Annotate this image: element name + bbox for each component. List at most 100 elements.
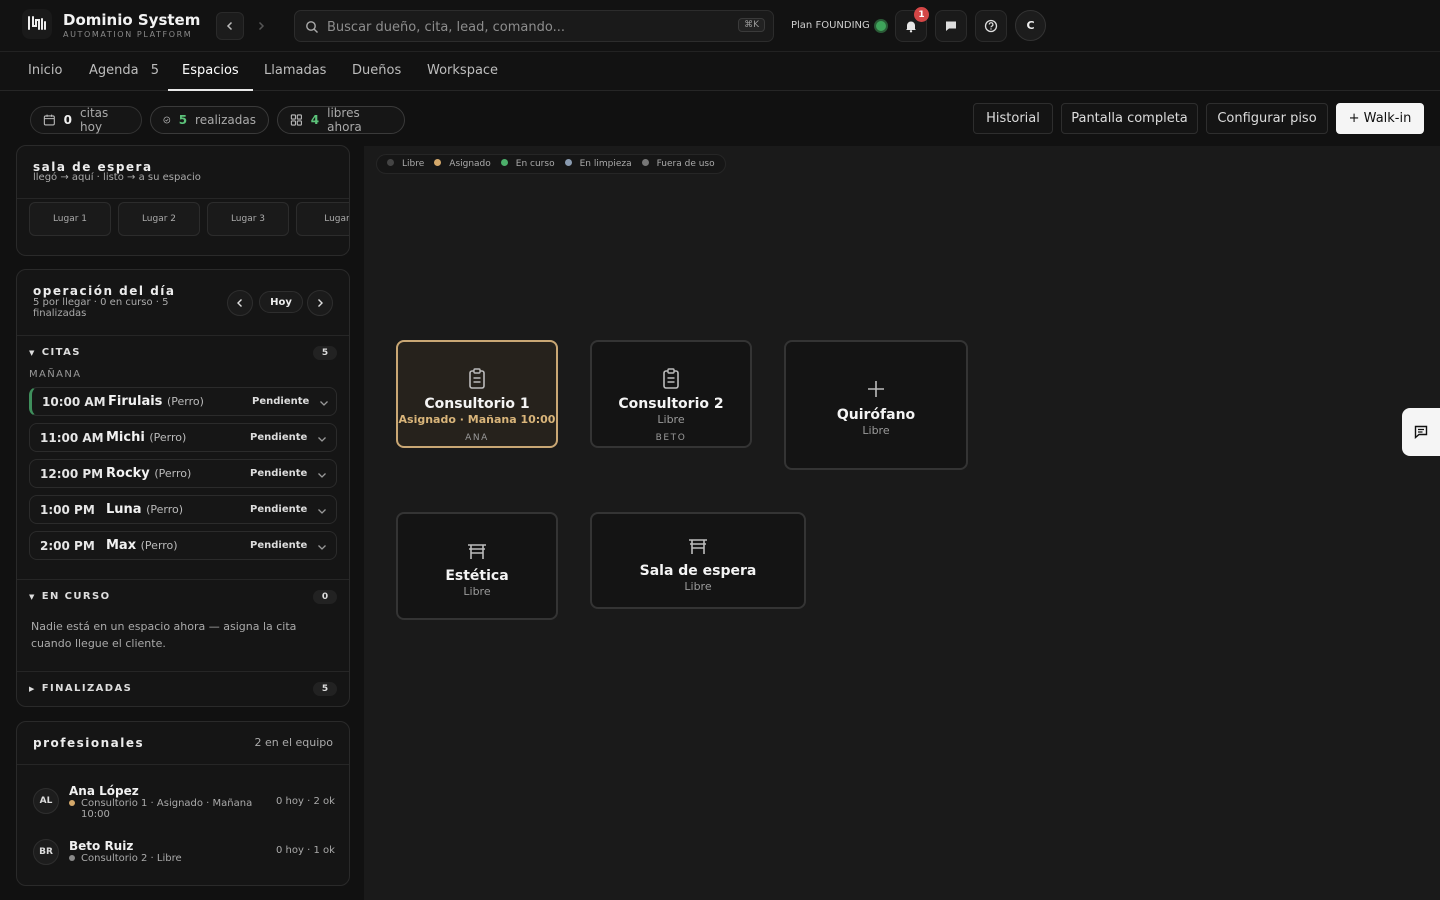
appointment-row[interactable]: 11:00 AM Michi (Perro) Pendiente: [29, 423, 337, 452]
pet-species: (Perro): [154, 467, 192, 480]
chevron-down-icon[interactable]: [316, 538, 328, 557]
chat-icon: [946, 21, 956, 31]
citas-count: 5: [313, 346, 337, 360]
libres-pill[interactable]: 4 libres ahora: [277, 106, 405, 134]
professional-detail: Consultorio 1 · Asignado · Mañana 10:00: [69, 798, 252, 820]
status-dot: [69, 800, 75, 806]
bench-icon: [592, 538, 804, 556]
professional-stats: 0 hoy · 2 ok: [276, 796, 335, 807]
room-name: Consultorio 1: [424, 396, 530, 412]
divider: [17, 764, 349, 765]
legend-dot: [564, 159, 572, 166]
room-staff: BETO: [655, 433, 687, 443]
tab-inicio[interactable]: Inicio: [28, 52, 62, 91]
walk-in-button[interactable]: + Walk-in: [1336, 103, 1424, 134]
logo-icon[interactable]: [22, 9, 52, 39]
status-legend: Libre Asignado En curso En limpieza Fuer…: [376, 154, 726, 174]
room-sala-de-espera[interactable]: Sala de espera Libre: [590, 512, 806, 609]
waiting-slot-1[interactable]: Lugar 1: [29, 202, 111, 236]
professional-detail: Consultorio 2 · Libre: [69, 853, 182, 864]
chevron-down-icon[interactable]: [318, 394, 330, 413]
en-curso-section-toggle[interactable]: ▼ EN CURSO: [29, 591, 111, 602]
caret-down-icon: ▼: [29, 349, 36, 357]
divider: [17, 335, 349, 336]
appointment-pet: Max (Perro): [106, 538, 178, 553]
legend-item: Libre: [387, 159, 424, 169]
search-bar[interactable]: ⌘K: [294, 10, 774, 42]
legend-label: En curso: [515, 159, 555, 169]
citas-hoy-label: citas hoy: [80, 106, 109, 134]
room-name: Sala de espera: [639, 563, 757, 579]
notification-badge: 1: [914, 7, 929, 22]
legend-item: Fuera de uso: [641, 159, 715, 169]
waiting-slot-3[interactable]: Lugar 3: [207, 202, 289, 236]
tab-workspace[interactable]: Workspace: [427, 52, 498, 91]
forward-button[interactable]: [247, 12, 275, 40]
citas-section-toggle[interactable]: ▼ CITAS: [29, 347, 81, 358]
next-day-button[interactable]: [307, 290, 333, 316]
finalizadas-section-toggle[interactable]: ▶ FINALIZADAS: [29, 683, 132, 694]
user-avatar[interactable]: C: [1015, 10, 1046, 41]
waiting-slot-2[interactable]: Lugar 2: [118, 202, 200, 236]
chevron-down-icon[interactable]: [316, 502, 328, 521]
waiting-room-panel: sala de espera llegó → aquí · listo → a …: [16, 145, 350, 256]
appointment-row[interactable]: 12:00 PM Rocky (Perro) Pendiente: [29, 459, 337, 488]
room-status: Libre: [684, 580, 712, 593]
back-button[interactable]: [216, 12, 244, 40]
legend-label: En limpieza: [579, 159, 632, 169]
pet-name: Max: [106, 538, 137, 553]
plan-label: Plan FOUNDING: [791, 20, 870, 31]
legend-label: Fuera de uso: [656, 159, 715, 169]
finalizadas-label: FINALIZADAS: [41, 683, 133, 694]
room-consultorio-2[interactable]: Consultorio 2 Libre BETO: [590, 340, 752, 448]
messages-button[interactable]: [935, 10, 967, 42]
daily-operation-summary: 5 por llegar · 0 en curso · 5: [33, 297, 169, 308]
notes-side-button[interactable]: [1402, 408, 1440, 456]
chevron-down-icon[interactable]: [316, 466, 328, 485]
bench-icon: [398, 543, 556, 561]
citas-hoy-value: 0: [63, 113, 73, 127]
en-curso-count: 0: [313, 590, 337, 604]
help-icon: [984, 19, 998, 33]
search-input[interactable]: [327, 17, 727, 37]
citas-hoy-pill[interactable]: 0 citas hoy: [30, 106, 142, 134]
pet-species: (Perro): [146, 503, 184, 516]
pet-name: Rocky: [106, 466, 150, 481]
fullscreen-button[interactable]: Pantalla completa: [1061, 103, 1198, 134]
appointment-row[interactable]: 2:00 PM Max (Perro) Pendiente: [29, 531, 337, 560]
room-consultorio-1[interactable]: Consultorio 1 Asignado · Mañana 10:00 AN…: [396, 340, 558, 448]
tab-agenda-label: Agenda: [89, 63, 139, 78]
chevron-down-icon[interactable]: [316, 430, 328, 449]
professional-row[interactable]: BR Beto Ruiz Consultorio 2 · Libre 0 hoy…: [29, 839, 339, 869]
prev-day-button[interactable]: [227, 290, 253, 316]
tab-espacios[interactable]: Espacios: [168, 52, 253, 91]
waiting-slot-4[interactable]: Lugar: [296, 202, 349, 236]
room-status: Libre: [862, 424, 890, 437]
room-quirofano[interactable]: Quirófano Libre: [784, 340, 968, 470]
plus-icon: [786, 380, 966, 398]
search-icon: [305, 19, 319, 38]
waiting-room-subtitle: llegó → aquí · listo → a su espacio: [33, 172, 201, 183]
appointment-row[interactable]: 1:00 PM Luna (Perro) Pendiente: [29, 495, 337, 524]
room-estetica[interactable]: Estética Libre: [396, 512, 558, 620]
calendar-icon: [43, 114, 55, 126]
professional-row[interactable]: AL Ana López Consultorio 1 · Asignado · …: [29, 784, 339, 824]
appointment-pet: Rocky (Perro): [106, 466, 191, 481]
today-button[interactable]: Hoy: [259, 291, 303, 313]
room-status: Libre: [463, 585, 491, 598]
daily-operation-summary-2: finalizadas: [33, 308, 87, 319]
appointment-row[interactable]: 10:00 AM Firulais (Perro) Pendiente: [29, 387, 337, 416]
help-button[interactable]: [975, 10, 1007, 42]
configure-floor-button[interactable]: Configurar piso: [1206, 103, 1328, 134]
plan-status-dot: [874, 19, 888, 33]
tab-duenos[interactable]: Dueños: [352, 52, 401, 91]
legend-item: En limpieza: [564, 159, 632, 169]
realizadas-pill[interactable]: 5 realizadas: [150, 106, 269, 134]
historial-button[interactable]: Historial: [973, 103, 1053, 134]
tab-agenda-badge: 5: [150, 63, 160, 78]
tab-agenda[interactable]: Agenda 5: [89, 52, 159, 91]
appointment-pet: Firulais (Perro): [108, 394, 204, 409]
status-dot: [69, 855, 75, 861]
appointment-time: 2:00 PM: [40, 539, 95, 553]
tab-llamadas[interactable]: Llamadas: [264, 52, 326, 91]
